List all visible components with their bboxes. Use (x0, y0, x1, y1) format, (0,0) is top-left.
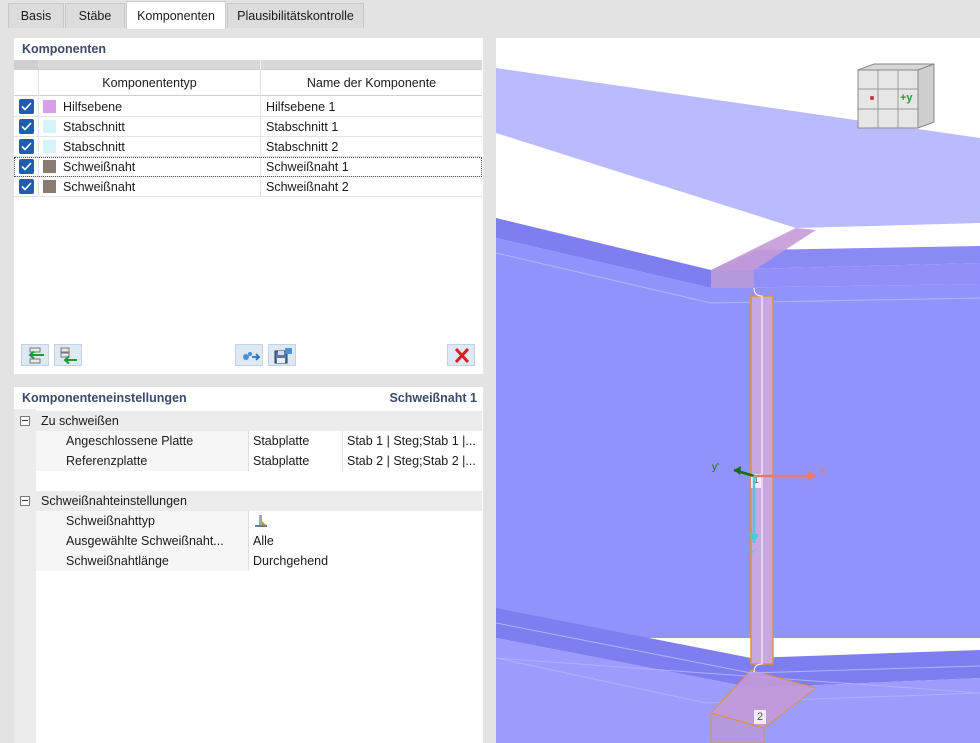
weld-label-2[interactable]: 2 (754, 710, 766, 724)
axis-z-label: z' (749, 548, 756, 559)
axis-x-label: x' (820, 466, 827, 477)
column-header-name[interactable]: Name der Komponente (261, 70, 482, 96)
property-row[interactable]: Referenzplatte Stabplatte Stab 2 | Steg;… (14, 451, 482, 471)
delete-x-icon (454, 347, 470, 364)
component-name: Schweißnaht 1 (266, 160, 349, 174)
3d-viewport[interactable]: 1 2 y' x' z' +y (496, 38, 980, 743)
property-value[interactable]: Stabplatte (253, 451, 309, 471)
component-row[interactable]: Stabschnitt Stabschnitt 2 (14, 137, 482, 157)
property-value[interactable]: Durchgehend (253, 551, 328, 571)
property-value[interactable]: Stabplatte (253, 431, 309, 451)
checkbox[interactable] (19, 99, 34, 114)
view-cube-icon (857, 63, 935, 129)
property-value-2[interactable]: Stab 1 | Steg;Stab 1 |... (347, 431, 476, 451)
checkbox[interactable] (19, 159, 34, 174)
group-label: Zu schweißen (41, 414, 119, 428)
component-row-selected[interactable]: Schweißnaht Schweißnaht 1 (14, 157, 482, 177)
component-type: Schweißnaht (63, 180, 136, 194)
color-swatch (43, 160, 56, 173)
property-label: Ausgewählte Schweißnaht... (66, 534, 224, 548)
move-down-button[interactable] (54, 344, 82, 366)
settings-panel: Komponenteneinstellungen Schweißnaht 1 Z… (14, 387, 483, 743)
column-header-type[interactable]: Komponententyp (38, 70, 261, 96)
import-button[interactable] (235, 344, 263, 366)
delete-button[interactable] (447, 344, 475, 366)
component-row[interactable]: Stabschnitt Stabschnitt 1 (14, 117, 482, 137)
axis-y-label: y' (712, 462, 719, 473)
component-name: Schweißnaht 2 (266, 180, 349, 194)
checkbox[interactable] (19, 119, 34, 134)
save-button[interactable] (268, 344, 296, 366)
property-row[interactable]: Schweißnahtlänge Durchgehend (14, 551, 482, 571)
grid-group-header (14, 60, 482, 70)
component-name: Hilfsebene 1 (266, 100, 336, 114)
insert-before-icon (28, 347, 44, 364)
tab-basis[interactable]: Basis (8, 3, 64, 28)
components-panel-title: Komponenten (22, 42, 107, 56)
tab-plausibilitaetskontrolle[interactable]: Plausibilitätskontrolle (227, 3, 364, 28)
property-label: Schweißnahtlänge (66, 554, 169, 568)
group-zu-schweissen[interactable]: Zu schweißen (14, 411, 482, 431)
component-name: Stabschnitt 2 (266, 140, 339, 154)
property-label: Schweißnahttyp (66, 514, 155, 528)
grid-header: Komponententyp Name der Komponente (14, 70, 482, 96)
property-label: Angeschlossene Platte (66, 434, 194, 448)
property-row[interactable]: Ausgewählte Schweißnaht... Alle (14, 531, 482, 551)
component-row[interactable]: Schweißnaht Schweißnaht 2 (14, 177, 482, 197)
collapse-icon[interactable] (20, 496, 30, 506)
component-type: Hilfsebene (63, 100, 123, 114)
components-panel: Komponenten Komponententyp Name der Komp… (14, 38, 483, 374)
property-value-2[interactable]: Stab 2 | Steg;Stab 2 |... (347, 451, 476, 471)
settings-panel-title: Komponenteneinstellungen (22, 391, 187, 405)
selected-component-label: Schweißnaht 1 (389, 391, 477, 405)
component-name: Stabschnitt 1 (266, 120, 339, 134)
save-icon (274, 348, 292, 364)
axis-triad (733, 466, 816, 543)
insert-after-icon (60, 347, 77, 364)
tab-komponenten[interactable]: Komponenten (126, 1, 226, 29)
property-row[interactable]: Angeschlossene Platte Stabplatte Stab 1 … (14, 431, 482, 451)
color-swatch (43, 180, 56, 193)
navigation-cube[interactable]: +y (856, 62, 936, 130)
property-label: Referenzplatte (66, 454, 148, 468)
color-swatch (43, 140, 56, 153)
checkbox[interactable] (19, 179, 34, 194)
group-schweissnahteinstellungen[interactable]: Schweißnahteinstellungen (14, 491, 482, 511)
component-type: Stabschnitt (63, 120, 125, 134)
fillet-weld-icon[interactable] (254, 514, 268, 528)
property-value[interactable]: Alle (253, 531, 274, 551)
beam-model (496, 68, 980, 743)
tab-bar: Basis Stäbe Komponenten Plausibilitätsko… (0, 0, 980, 29)
color-swatch (43, 120, 56, 133)
component-type: Schweißnaht (63, 160, 136, 174)
color-swatch (43, 100, 56, 113)
collapse-icon[interactable] (20, 416, 30, 426)
checkbox[interactable] (19, 139, 34, 154)
move-up-button[interactable] (21, 344, 49, 366)
component-type: Stabschnitt (63, 140, 125, 154)
cube-face-label: +y (900, 92, 913, 104)
property-row[interactable]: Schweißnahttyp (14, 511, 482, 531)
tab-staebe[interactable]: Stäbe (65, 3, 125, 28)
settings-transfer-icon (243, 352, 260, 361)
component-row[interactable]: Hilfsebene Hilfsebene 1 (14, 97, 482, 117)
group-label: Schweißnahteinstellungen (41, 494, 187, 508)
